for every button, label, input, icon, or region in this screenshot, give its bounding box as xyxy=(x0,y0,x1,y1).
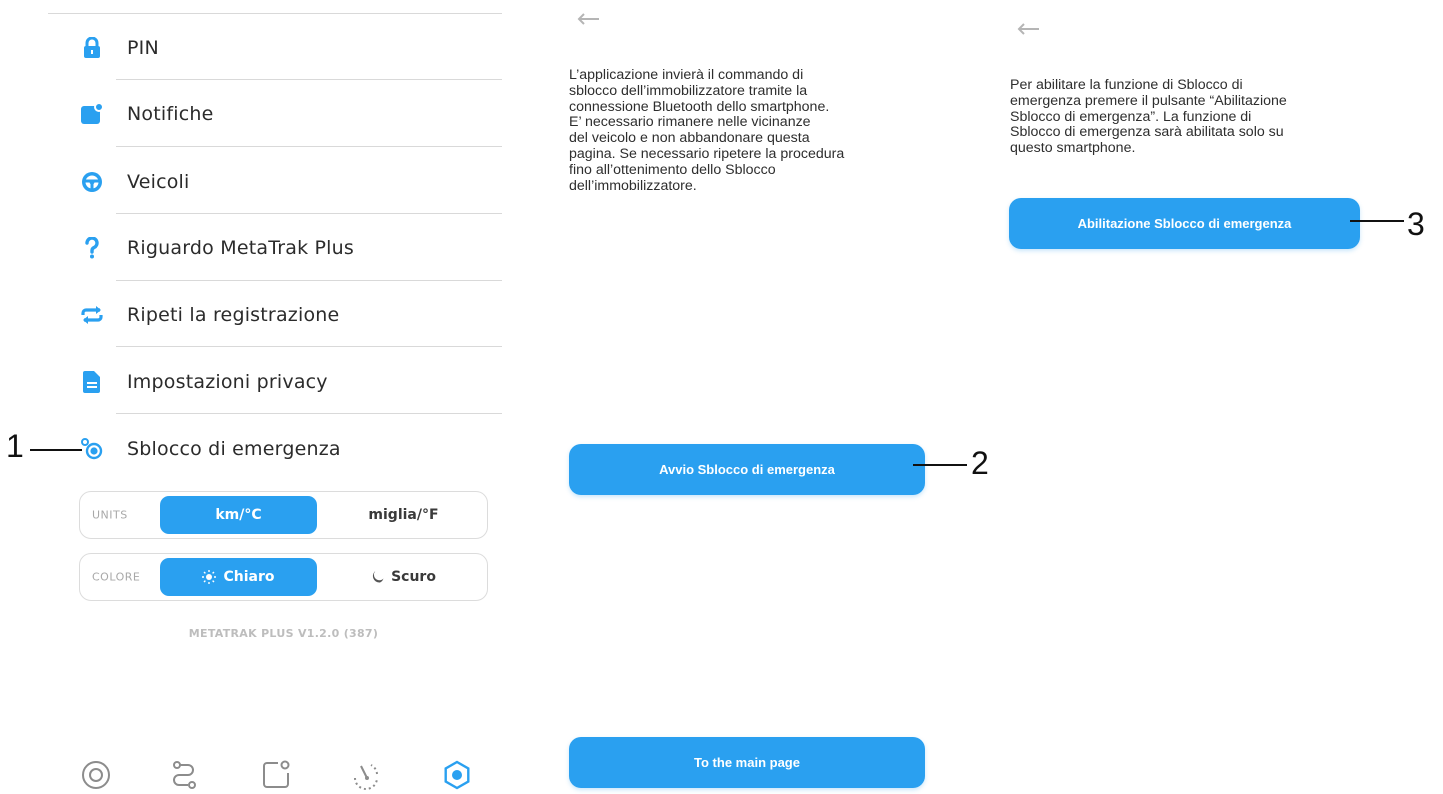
callout-number-1: 1 xyxy=(6,428,24,464)
target-icon xyxy=(82,761,110,789)
callout-line-3 xyxy=(1350,220,1404,222)
theme-option-light-label: Chiaro xyxy=(223,569,275,585)
theme-option-dark-label: Scuro xyxy=(391,569,436,585)
menu-item-label: Sblocco di emergenza xyxy=(127,438,341,460)
app-version: METATRAK PLUS V1.2.0 (387) xyxy=(188,627,379,640)
question-icon xyxy=(78,234,106,262)
theme-option-light[interactable]: Chiaro xyxy=(160,558,317,596)
menu-item-pin[interactable]: PIN xyxy=(78,18,502,78)
divider xyxy=(116,146,502,147)
units-selector: UNITS km/°C miglia/°F xyxy=(79,491,488,539)
menu-item-label: Ripeti la registrazione xyxy=(127,304,340,326)
callout-number-2: 2 xyxy=(971,445,989,481)
tab-target[interactable] xyxy=(79,758,113,792)
theme-selector: COLORE Chiaro Scuro xyxy=(79,553,488,601)
emergency-unlock-icon xyxy=(78,435,106,463)
instructions-text: L’applicazione invierà il commando di sb… xyxy=(569,67,845,194)
menu-item-notifications[interactable]: Notifiche xyxy=(78,84,502,144)
back-arrow-icon[interactable] xyxy=(576,12,600,26)
tab-route[interactable] xyxy=(167,758,201,792)
instructions-text: Per abilitare la funzione di Sblocco di … xyxy=(1010,77,1287,157)
menu-item-vehicles[interactable]: Veicoli xyxy=(78,152,502,212)
menu-item-label: Notifiche xyxy=(127,103,214,125)
enable-emergency-unlock-button[interactable]: Abilitazione Sblocco di emergenza xyxy=(1009,198,1360,249)
speedometer-icon xyxy=(354,764,378,790)
menu-item-label: Veicoli xyxy=(127,171,190,193)
divider xyxy=(48,13,502,14)
start-emergency-unlock-button[interactable]: Avvio Sblocco di emergenza xyxy=(569,444,925,495)
menu-item-repeat-registration[interactable]: Ripeti la registrazione xyxy=(78,285,502,345)
menu-item-label: Riguardo MetaTrak Plus xyxy=(127,237,354,259)
widget-icon xyxy=(263,760,290,788)
divider xyxy=(116,346,502,347)
units-option-miles[interactable]: miglia/°F xyxy=(325,496,482,534)
back-arrow-icon[interactable] xyxy=(1016,22,1040,36)
menu-item-about[interactable]: Riguardo MetaTrak Plus xyxy=(78,218,502,278)
settings-icon xyxy=(444,760,470,790)
menu-item-emergency-unlock[interactable]: Sblocco di emergenza xyxy=(78,419,502,479)
theme-label: COLORE xyxy=(92,570,141,584)
callout-number-3: 3 xyxy=(1407,206,1425,242)
theme-option-dark[interactable]: Scuro xyxy=(325,558,482,596)
menu-item-label: PIN xyxy=(127,37,159,59)
document-icon xyxy=(78,368,106,396)
callout-line-2 xyxy=(913,464,967,466)
moon-icon xyxy=(372,570,384,583)
lock-icon xyxy=(78,34,106,62)
notification-icon xyxy=(78,100,106,128)
units-label: UNITS xyxy=(92,508,128,522)
units-option-km[interactable]: km/°C xyxy=(160,496,317,534)
divider xyxy=(116,280,502,281)
route-icon xyxy=(173,761,196,789)
divider xyxy=(116,213,502,214)
steering-wheel-icon xyxy=(78,168,106,196)
menu-item-label: Impostazioni privacy xyxy=(127,371,328,393)
repeat-icon xyxy=(78,301,106,329)
divider xyxy=(116,413,502,414)
tab-speedometer[interactable] xyxy=(349,758,383,792)
divider xyxy=(116,79,502,80)
tab-widget[interactable] xyxy=(259,758,293,792)
callout-line-1 xyxy=(30,449,82,451)
menu-item-privacy[interactable]: Impostazioni privacy xyxy=(78,352,502,412)
sun-icon xyxy=(202,570,217,584)
tab-settings[interactable] xyxy=(440,758,474,792)
main-page-button[interactable]: To the main page xyxy=(569,737,925,788)
